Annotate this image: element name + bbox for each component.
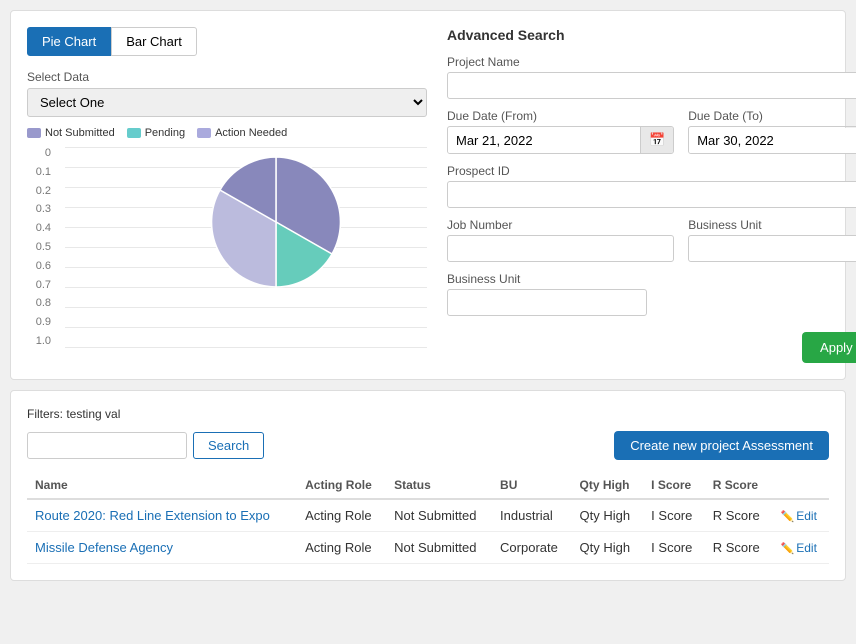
table-row: Route 2020: Red Line Extension to Expo A… [27, 499, 829, 532]
filters-label: Filters: [27, 407, 63, 421]
job-bu-row: Job Number Business Unit [447, 218, 856, 262]
row2-bu: Corporate [492, 532, 571, 564]
due-date-to-wrap: 📅 [688, 126, 856, 154]
apply-search-button[interactable]: Apply Search [802, 332, 856, 363]
col-actions [773, 472, 829, 499]
row1-i-score: I Score [643, 499, 705, 532]
business-unit-bottom-row: Business Unit [447, 272, 856, 316]
table-body: Route 2020: Red Line Extension to Expo A… [27, 499, 829, 564]
search-button[interactable]: Search [193, 432, 264, 459]
business-unit-bottom-group: Business Unit [447, 272, 856, 316]
business-unit-bottom-label: Business Unit [447, 272, 856, 286]
row2-name-link[interactable]: Missile Defense Agency [35, 540, 173, 555]
due-date-from-group: Due Date (From) 📅 [447, 109, 674, 154]
legend-label-not-submitted: Not Submitted [45, 127, 115, 139]
legend-label-action-needed: Action Needed [215, 127, 287, 139]
col-status: Status [386, 472, 492, 499]
business-unit-top-label: Business Unit [688, 218, 856, 232]
search-text-input[interactable] [27, 432, 187, 459]
advanced-search-title: Advanced Search [447, 27, 856, 43]
row1-r-score: R Score [705, 499, 773, 532]
job-number-group: Job Number [447, 218, 674, 262]
chart-tabs: Pie Chart Bar Chart [27, 27, 427, 56]
search-input-group: Search [27, 432, 264, 459]
business-unit-top-input[interactable] [688, 235, 856, 262]
legend-not-submitted: Not Submitted [27, 127, 115, 139]
pie-chart-svg [201, 147, 351, 297]
results-card: Filters: testing val Search Create new p… [10, 390, 846, 581]
row2-i-score: I Score [643, 532, 705, 564]
row2-r-score: R Score [705, 532, 773, 564]
prospect-id-group: Prospect ID [447, 164, 856, 208]
col-r-score: R Score [705, 472, 773, 499]
table-row: Missile Defense Agency Acting Role Not S… [27, 532, 829, 564]
edit-pencil-icon-2: ✏️ [781, 543, 795, 555]
calendar-from-icon[interactable]: 📅 [640, 127, 673, 153]
create-assessment-button[interactable]: Create new project Assessment [614, 431, 829, 460]
row1-edit-link[interactable]: ✏️Edit [781, 509, 817, 523]
filters-value: testing val [66, 407, 120, 421]
legend-dot-not-submitted [27, 128, 41, 138]
advanced-search-panel: Advanced Search Project Name Due Date (F… [447, 27, 856, 363]
row2-edit-link[interactable]: ✏️Edit [781, 541, 817, 555]
due-date-to-group: Due Date (To) 📅 [688, 109, 856, 154]
project-name-group: Project Name [447, 55, 856, 99]
prospect-id-input[interactable] [447, 181, 856, 208]
table-header: Name Acting Role Status BU Qty High I Sc… [27, 472, 829, 499]
legend-label-pending: Pending [145, 127, 185, 139]
filters-row: Filters: testing val [27, 407, 829, 421]
search-row: Search Create new project Assessment [27, 431, 829, 460]
prospect-id-row: Prospect ID [447, 164, 856, 208]
due-date-to-input[interactable] [689, 128, 856, 153]
job-number-label: Job Number [447, 218, 674, 232]
project-name-row: Project Name [447, 55, 856, 99]
job-number-input[interactable] [447, 235, 674, 262]
business-unit-top-group: Business Unit [688, 218, 856, 262]
row2-status: Not Submitted [386, 532, 492, 564]
row1-name-link[interactable]: Route 2020: Red Line Extension to Expo [35, 508, 270, 523]
row1-qty-high: Qty High [572, 499, 644, 532]
col-acting-role: Acting Role [297, 472, 386, 499]
due-date-from-wrap: 📅 [447, 126, 674, 154]
chart-legend: Not Submitted Pending Action Needed [27, 127, 427, 139]
row1-bu: Industrial [492, 499, 571, 532]
pie-chart-content [65, 147, 427, 347]
legend-dot-pending [127, 128, 141, 138]
col-i-score: I Score [643, 472, 705, 499]
due-date-row: Due Date (From) 📅 Due Date (To) 📅 [447, 109, 856, 154]
col-name: Name [27, 472, 297, 499]
edit-pencil-icon: ✏️ [781, 511, 795, 523]
legend-dot-action-needed [197, 128, 211, 138]
business-unit-bottom-input[interactable] [447, 289, 647, 316]
due-date-from-label: Due Date (From) [447, 109, 674, 123]
pie-chart-tab[interactable]: Pie Chart [27, 27, 111, 56]
due-date-to-label: Due Date (To) [688, 109, 856, 123]
chart-area: 1.0 0.9 0.8 0.7 0.6 0.5 0.4 0.3 0.2 0.1 … [27, 147, 427, 347]
y-axis: 1.0 0.9 0.8 0.7 0.6 0.5 0.4 0.3 0.2 0.1 … [27, 147, 55, 347]
prospect-id-label: Prospect ID [447, 164, 856, 178]
chart-panel: Pie Chart Bar Chart Select Data Select O… [27, 27, 427, 363]
legend-action-needed: Action Needed [197, 127, 287, 139]
row2-qty-high: Qty High [572, 532, 644, 564]
apply-btn-container: Apply Search [447, 326, 856, 363]
legend-pending: Pending [127, 127, 185, 139]
row1-acting-role: Acting Role [297, 499, 386, 532]
project-name-input[interactable] [447, 72, 856, 99]
select-data-dropdown[interactable]: Select One [27, 88, 427, 117]
results-table: Name Acting Role Status BU Qty High I Sc… [27, 472, 829, 564]
col-bu: BU [492, 472, 571, 499]
row2-acting-role: Acting Role [297, 532, 386, 564]
select-data-label: Select Data [27, 70, 427, 84]
bar-chart-tab[interactable]: Bar Chart [111, 27, 197, 56]
row1-status: Not Submitted [386, 499, 492, 532]
due-date-from-input[interactable] [448, 128, 640, 153]
project-name-label: Project Name [447, 55, 856, 69]
col-qty-high: Qty High [572, 472, 644, 499]
